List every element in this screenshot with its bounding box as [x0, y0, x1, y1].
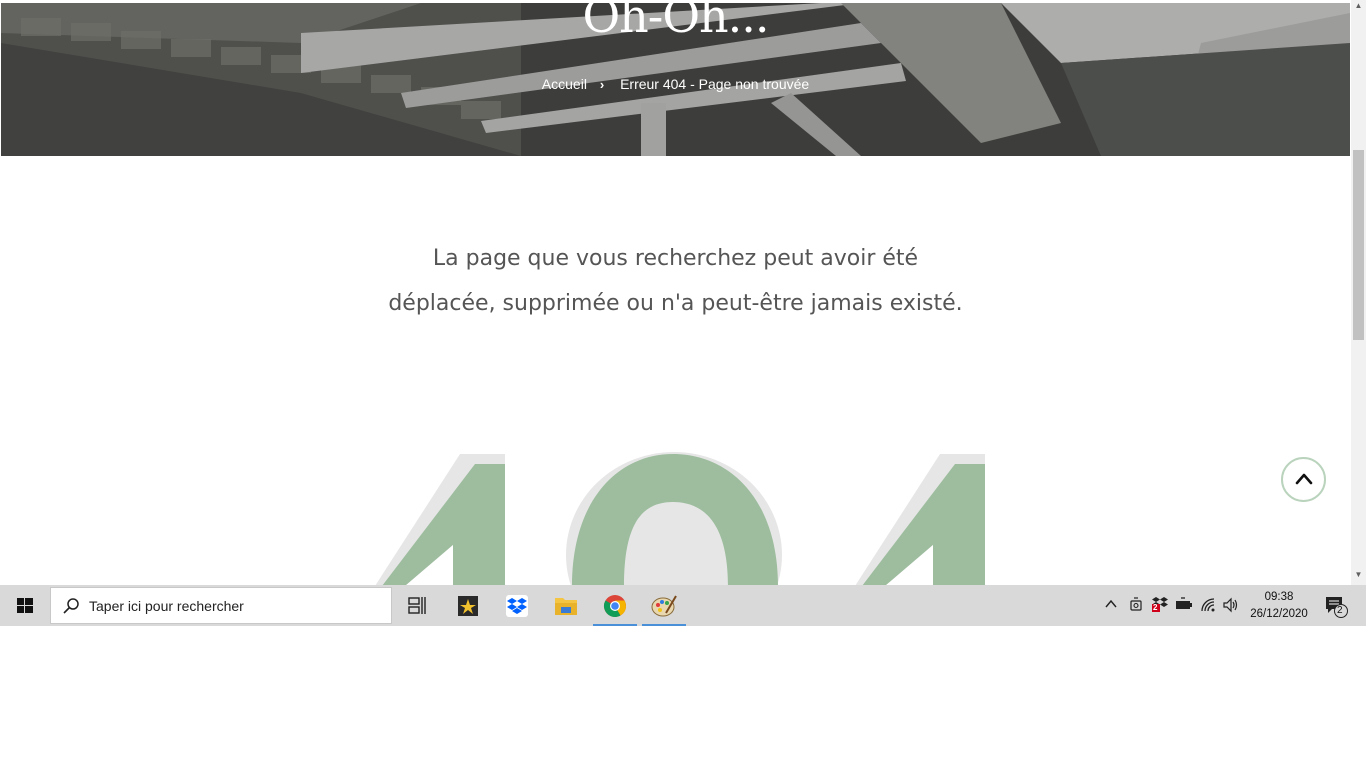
dropbox-badge: 2 [1153, 603, 1158, 612]
start-button[interactable] [0, 585, 50, 626]
volume-icon[interactable] [1222, 597, 1240, 613]
back-to-top-button[interactable] [1281, 457, 1326, 502]
action-center-button[interactable]: 2 [1324, 595, 1350, 619]
taskbar-clock[interactable]: 09:38 26/12/2020 [1244, 589, 1314, 623]
search-icon [63, 598, 79, 614]
chevron-up-icon [1295, 473, 1313, 485]
taskbar-app-chrome[interactable] [591, 585, 639, 626]
meet-now-icon[interactable] [1129, 597, 1143, 613]
clock-time: 09:38 [1264, 591, 1294, 603]
breadcrumb: Accueil › Erreur 404 - Page non trouvée [1, 75, 1350, 92]
scroll-thumb[interactable] [1353, 150, 1364, 340]
page-scrollbar[interactable]: ▲ ▼ [1351, 0, 1366, 585]
taskbar-app-file-explorer[interactable] [542, 585, 590, 626]
taskbar-app-dropbox[interactable] [493, 585, 541, 626]
taskbar-app-paint[interactable] [640, 585, 688, 626]
file-explorer-icon [555, 598, 577, 615]
task-view-button[interactable] [394, 585, 442, 626]
dropbox-tray-icon[interactable]: 2 [1151, 595, 1169, 613]
show-hidden-icons-chevron-icon[interactable] [1104, 597, 1118, 611]
error-message: La page que vous recherchez peut avoir é… [300, 236, 1051, 326]
windows-logo-icon [17, 598, 33, 613]
clock-date: 26/12/2020 [1250, 608, 1308, 620]
page-header-banner: Oh-Oh... Accueil › Erreur 404 - Page non… [1, 3, 1350, 156]
media-app-icon [458, 596, 478, 616]
dropbox-icon [506, 595, 528, 617]
scroll-up-arrow-icon[interactable]: ▲ [1351, 1, 1366, 10]
error-message-line-1: La page que vous recherchez peut avoir é… [432, 246, 919, 271]
taskbar-search-box[interactable]: Taper ici pour rechercher [50, 587, 392, 624]
error-message-line-2: déplacée, supprimée ou n'a peut-être jam… [388, 291, 963, 316]
breadcrumb-separator: › [599, 76, 605, 92]
search-placeholder: Taper ici pour rechercher [89, 598, 244, 614]
breadcrumb-home-link[interactable]: Accueil [542, 76, 587, 92]
windows-taskbar: Taper ici pour rechercher 2 09:38 26/12/… [0, 585, 1366, 626]
task-view-icon [408, 597, 426, 614]
page-title: Oh-Oh... [582, 3, 769, 43]
scroll-down-arrow-icon[interactable]: ▼ [1351, 570, 1366, 579]
wifi-icon[interactable] [1200, 597, 1218, 613]
chrome-icon [604, 595, 626, 617]
notification-count: 2 [1337, 605, 1343, 616]
error-code-graphic [350, 440, 1000, 586]
breadcrumb-current: Erreur 404 - Page non trouvée [620, 76, 810, 93]
taskbar-app-media[interactable] [444, 585, 492, 626]
paint-icon [651, 595, 677, 617]
battery-icon[interactable] [1175, 597, 1193, 611]
